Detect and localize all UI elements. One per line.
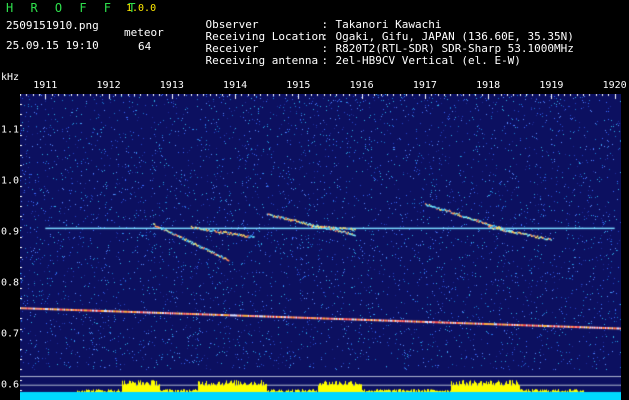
y-tick-label: 0.6 — [1, 379, 20, 391]
x-tick-label: 1915 — [286, 80, 311, 91]
y-tick-label: 0.8 — [1, 277, 20, 289]
x-tick-label: 1911 — [33, 80, 58, 91]
plot-right-border — [621, 94, 629, 400]
app-brand: H R O F F T — [6, 1, 141, 15]
detection-count: 64 — [138, 40, 152, 53]
x-tick-label: 1912 — [96, 80, 121, 91]
spectrogram-canvas — [20, 94, 621, 400]
header-panel: H R O F F T 1.0.0 2509151910.png 25.09.1… — [0, 0, 629, 72]
date-time: 25.09.15 19:10 — [6, 39, 99, 52]
app-version: 1.0.0 — [126, 3, 157, 14]
x-tick-label: 1914 — [223, 80, 248, 91]
x-tick-label: 1920 — [602, 80, 627, 91]
y-axis-unit: kHz — [1, 72, 20, 83]
info-label: Receiving antenna — [205, 54, 319, 67]
detection-label: meteor — [124, 26, 164, 39]
file-name: 2509151910.png — [6, 19, 99, 32]
x-tick-label: 1918 — [476, 80, 501, 91]
info-value: 2el-HB9CV Vertical (el. E-W) — [335, 54, 521, 67]
x-tick-label: 1919 — [539, 80, 564, 91]
y-tick-label: 0.9 — [1, 226, 20, 238]
y-tick-label: 1.1 — [1, 124, 20, 136]
x-tick-label: 1916 — [349, 80, 374, 91]
x-tick-label: 1913 — [159, 80, 184, 91]
y-tick-label: 1.0 — [1, 175, 20, 187]
y-tick-label: 0.7 — [1, 328, 20, 340]
info-row-antenna: Receiving antenna:2el-HB9CV Vertical (el… — [205, 54, 521, 67]
x-tick-label: 1917 — [412, 80, 437, 91]
